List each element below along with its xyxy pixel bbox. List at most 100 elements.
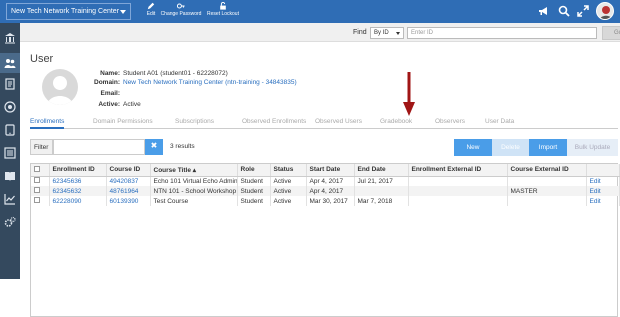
results-count: 3 results [170, 143, 195, 150]
sidebar-item-users[interactable] [0, 53, 20, 73]
start-date-cell: Apr 4, 2017 [306, 186, 355, 196]
select-all-checkbox[interactable] [34, 165, 40, 172]
unlock-icon [220, 2, 226, 10]
status-cell: Active [270, 176, 307, 186]
chevron-down-icon [120, 10, 126, 14]
row-checkbox[interactable] [34, 177, 40, 184]
clear-filter-button[interactable]: ✖ [145, 139, 163, 155]
find-label: Find [353, 29, 367, 36]
active-value: Active [123, 101, 141, 108]
search-icon[interactable] [558, 5, 570, 17]
default-avatar-icon [47, 76, 73, 105]
tab-observed-enrollments[interactable]: Observed Enrollments [242, 118, 306, 125]
megaphone-icon[interactable] [538, 5, 550, 17]
list-icon[interactable] [4, 147, 16, 159]
course-id-link[interactable]: 60139390 [106, 196, 151, 206]
edit-icon [147, 2, 155, 10]
column-header[interactable]: End Date [354, 164, 409, 177]
caret-down-icon [396, 32, 400, 35]
column-header[interactable]: Course External ID [507, 164, 587, 177]
new-button[interactable]: New [454, 139, 492, 156]
edit-link[interactable]: Edit [586, 196, 620, 206]
course-title-cell: NTN 101 - School Workshop [150, 186, 238, 196]
row-select-cell[interactable] [31, 176, 50, 186]
tablet-icon[interactable] [4, 124, 16, 136]
column-header[interactable]: Enrollment External ID [408, 164, 508, 177]
course-external-id-cell: MASTER [507, 186, 587, 196]
name-label: Name: [100, 70, 120, 77]
tab-observers[interactable]: Observers [435, 118, 465, 125]
end-date-cell [354, 186, 409, 196]
tab-observed-users[interactable]: Observed Users [315, 118, 362, 125]
course-id-link[interactable]: 49420837 [106, 176, 151, 186]
target-icon[interactable] [4, 101, 16, 113]
tab-gradebook[interactable]: Gradebook [380, 118, 412, 125]
name-value: Student A01 (student01 - 62228072) [123, 70, 228, 77]
change-password-action[interactable]: Change Password [160, 2, 202, 17]
domain-link[interactable]: New Tech Network Training Center (ntn-tr… [123, 79, 297, 86]
reset-lockout-label: Reset Lockout [207, 11, 239, 17]
column-header[interactable]: Start Date [306, 164, 355, 177]
find-by-select[interactable]: By ID [370, 27, 404, 39]
go-button[interactable]: Go [602, 26, 620, 40]
reset-lockout-action[interactable]: Reset Lockout [205, 2, 241, 17]
status-cell: Active [270, 196, 307, 206]
organization-selector-label: New Tech Network Training Center [11, 8, 120, 15]
role-cell: Student [237, 176, 271, 186]
edit-action-label: Edit [146, 11, 156, 17]
course-id-link[interactable]: 48761964 [106, 186, 151, 196]
row-checkbox[interactable] [34, 187, 40, 193]
column-header[interactable]: Role [237, 164, 271, 177]
column-header[interactable]: Course ID [106, 164, 151, 177]
users-icon [4, 59, 16, 68]
edit-action[interactable]: Edit [144, 2, 158, 17]
edit-link[interactable]: Edit [586, 186, 620, 196]
book-icon[interactable] [4, 170, 16, 182]
main-content: User Name: Student A01 (student01 - 62228… [20, 42, 620, 317]
enrollment-id-link[interactable]: 62228090 [49, 196, 107, 206]
tab-enrollments[interactable]: Enrollments [30, 118, 65, 129]
course-external-id-cell [507, 196, 587, 206]
table-header-row: Enrollment ID Course ID Course Title ▴ R… [31, 164, 620, 177]
course-title-cell: Echo 101 Virtual Echo Admins [150, 176, 238, 186]
edit-link[interactable]: Edit [586, 176, 620, 186]
row-select-cell[interactable] [31, 186, 50, 196]
user-domain-row: Domain: New Tech Network Training Center … [85, 79, 297, 86]
user-active-row: Active: Active [85, 101, 141, 108]
column-header[interactable]: Enrollment ID [49, 164, 107, 177]
close-icon: ✖ [150, 141, 158, 150]
tab-user-data[interactable]: User Data [485, 118, 514, 125]
status-cell: Active [270, 186, 307, 196]
column-header[interactable]: Status [270, 164, 307, 177]
enrollment-id-link[interactable]: 62345636 [49, 176, 107, 186]
filter-input[interactable] [53, 139, 145, 155]
organization-selector[interactable]: New Tech Network Training Center [6, 3, 131, 20]
user-name-row: Name: Student A01 (student01 - 62228072) [85, 70, 228, 77]
table-row: 62228090 60139390 Test Course Student Ac… [31, 196, 620, 206]
user-tabs: Enrollments Domain Permissions Subscript… [30, 117, 618, 129]
row-select-cell[interactable] [31, 196, 50, 206]
import-button[interactable]: Import [529, 139, 567, 156]
delete-button[interactable]: Delete [492, 139, 529, 156]
email-label: Email: [100, 90, 120, 97]
bulk-update-button[interactable]: Bulk Update [567, 139, 618, 156]
enrollments-grid: Enrollment ID Course ID Course Title ▴ R… [30, 163, 620, 317]
chart-icon[interactable] [4, 193, 16, 205]
role-cell: Student [237, 196, 271, 206]
select-all-header[interactable] [31, 164, 50, 177]
tab-domain-permissions[interactable]: Domain Permissions [93, 118, 153, 125]
start-date-cell: Apr 4, 2017 [306, 176, 355, 186]
find-id-input[interactable]: Enter ID [407, 27, 597, 39]
gears-icon[interactable] [4, 216, 16, 228]
user-avatar[interactable] [596, 2, 614, 20]
tab-subscriptions[interactable]: Subscriptions [175, 118, 214, 125]
notebook-icon[interactable] [4, 78, 16, 90]
column-header[interactable]: Course Title ▴ [150, 164, 238, 177]
institution-icon[interactable] [4, 32, 16, 44]
end-date-cell: Jul 21, 2017 [354, 176, 409, 186]
row-checkbox[interactable] [34, 197, 40, 203]
expand-icon[interactable] [577, 5, 589, 17]
enrollment-id-link[interactable]: 62345632 [49, 186, 107, 196]
change-password-label: Change Password [160, 11, 202, 17]
top-bar: New Tech Network Training Center Edit Ch… [0, 0, 620, 23]
